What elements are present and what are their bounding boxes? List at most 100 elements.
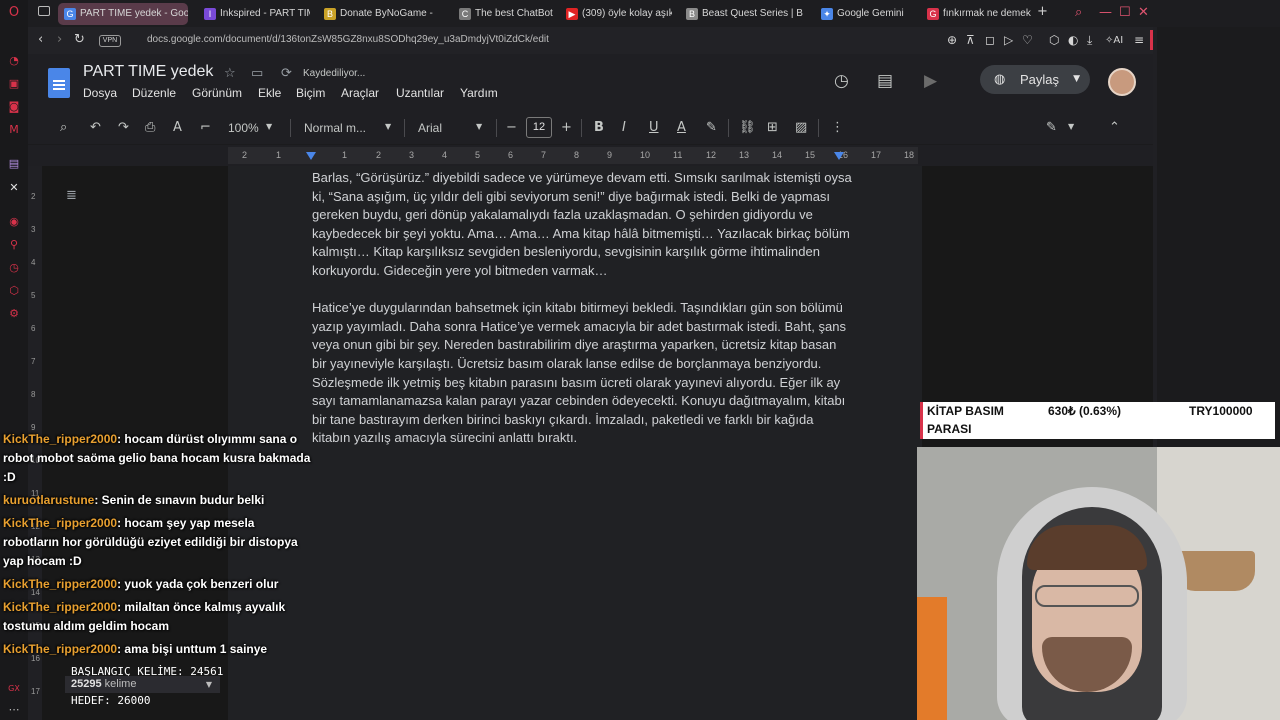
reload-icon[interactable]: ↻ (74, 32, 85, 47)
chevron-down-icon: ▼ (1068, 122, 1075, 131)
twitch-icon[interactable]: ▤ (7, 157, 21, 171)
undo-icon[interactable]: ↶ (90, 120, 101, 135)
paint-format-icon[interactable]: ⌐ (200, 120, 211, 135)
document-page[interactable]: Barlas, “Görüşürüz.” diyebildi sadece ve… (228, 166, 922, 720)
star-icon[interactable]: ☆ (224, 66, 236, 81)
right-indent-marker[interactable] (834, 152, 844, 160)
url-field[interactable]: docs.google.com/document/d/136tonZsW85GZ… (147, 34, 549, 45)
horizontal-ruler[interactable]: 2 1 1 2 3 4 5 6 7 8 9 10 11 12 13 14 15 16 17 18 (28, 145, 1153, 166)
download-icon[interactable]: ⤓ (1087, 33, 1092, 48)
comments-icon[interactable]: ▤ (877, 71, 893, 91)
document-outline-icon[interactable]: ≣ (66, 188, 77, 203)
italic-icon[interactable]: I (622, 120, 626, 135)
menu-icon[interactable]: ≡ (1134, 33, 1144, 47)
history-sidebar-icon[interactable]: ◷ (7, 261, 21, 275)
gx-icon[interactable]: GX (7, 682, 21, 696)
meet-icon[interactable]: ▶ (924, 71, 937, 91)
share-button[interactable]: ◍ Paylaş ▼ (980, 65, 1090, 94)
pinboard-icon[interactable]: ⚲ (7, 238, 21, 252)
chat-message: KickThe_ripper2000: ama bişi unttum 1 sa… (3, 640, 313, 659)
spellcheck-icon[interactable]: A (173, 120, 182, 135)
font-select[interactable]: Arial (418, 121, 442, 135)
chat-message: KickThe_ripper2000: milaltan önce kalmış… (3, 598, 313, 636)
wallet-icon[interactable]: ◐ (1068, 33, 1078, 47)
document-title[interactable]: PART TIME yedek (83, 63, 213, 81)
more-sidebar-icon[interactable]: ⋯ (7, 703, 21, 717)
paragraph-1[interactable]: Barlas, “Görüşürüz.” diyebildi sadece ve… (312, 169, 852, 281)
menu-insert[interactable]: Ekle (258, 86, 281, 100)
back-icon[interactable]: ‹ (38, 32, 43, 47)
minimize-icon[interactable]: — (1099, 5, 1112, 20)
zoom-select[interactable]: 100% (228, 121, 259, 135)
browser-tab[interactable]: C The best ChatBot and (453, 3, 553, 25)
editing-mode-icon[interactable]: ✎ (1046, 120, 1057, 135)
glasses-image (1035, 585, 1139, 607)
decrease-font-icon[interactable]: − (506, 120, 517, 135)
browser-tab[interactable]: B Beast Quest Series | B (680, 3, 807, 25)
highlight-icon[interactable]: ✎ (706, 120, 717, 135)
settings-sidebar-icon[interactable]: ⚙ (7, 307, 21, 321)
paragraph-2[interactable]: Hatice’ye duygularından bahsetmek için k… (312, 299, 852, 448)
scrollbar-thumb[interactable] (1150, 30, 1153, 50)
link-icon[interactable]: ⛓ (739, 120, 756, 135)
gmail-icon[interactable]: M (7, 123, 21, 137)
collapse-menus-icon[interactable]: ⌃ (1109, 120, 1120, 135)
insert-image-icon[interactable]: ▨ (795, 120, 807, 135)
menu-format[interactable]: Biçim (296, 86, 325, 100)
ai-label: AI (1113, 35, 1124, 46)
extensions-sidebar-icon[interactable]: ⬡ (7, 284, 21, 298)
print-icon[interactable]: ⎙ (145, 120, 155, 135)
search-menus-icon[interactable]: ⌕ (60, 120, 67, 135)
opera-logo-icon[interactable]: O (7, 6, 21, 20)
font-size-input[interactable]: 12 (526, 117, 552, 138)
close-window-icon[interactable]: ✕ (1138, 5, 1149, 20)
bold-icon[interactable]: B (594, 120, 604, 135)
browser-tab[interactable]: ✦ Google Gemini (815, 3, 910, 25)
basket-image (1175, 551, 1255, 591)
sidebar-app-icon[interactable]: ▣ (7, 77, 21, 91)
style-select[interactable]: Normal m... (304, 121, 366, 135)
browser-tab[interactable]: I Inkspired - PART TIME (198, 3, 310, 25)
browser-tab[interactable]: G PART TIME yedek - Google (58, 3, 188, 25)
increase-font-icon[interactable]: + (561, 120, 572, 135)
new-tab-icon[interactable]: + (1037, 4, 1048, 19)
menu-file[interactable]: Dosya (83, 86, 117, 100)
browser-tab[interactable]: Gfınkırmak ne demek - (921, 3, 1031, 25)
underline-icon[interactable]: U (649, 120, 659, 135)
text-color-icon[interactable]: A (677, 120, 686, 135)
docs-logo-icon[interactable] (48, 68, 70, 98)
left-indent-marker[interactable] (306, 152, 316, 160)
redo-icon[interactable]: ↷ (118, 120, 129, 135)
chat-username: KickThe_ripper2000 (3, 516, 118, 530)
avatar[interactable] (1108, 68, 1136, 96)
extensions-icon[interactable]: ⬡ (1049, 33, 1059, 47)
menu-extensions[interactable]: Uzantılar (396, 86, 444, 100)
maximize-icon[interactable]: ☐ (1119, 5, 1131, 20)
zoom-icon[interactable]: ⊕ (947, 33, 957, 47)
messenger-icon[interactable]: ◙ (7, 100, 21, 114)
version-history-icon[interactable]: ◷ (834, 71, 849, 91)
tab-overview-icon[interactable] (38, 6, 50, 16)
aria-icon[interactable]: ◔ (7, 54, 21, 68)
forward-icon[interactable]: › (57, 32, 62, 47)
ai-button[interactable]: ✧AI (1105, 35, 1123, 46)
heart-icon[interactable]: ♡ (1022, 33, 1033, 47)
play-icon[interactable]: ▷ (1004, 33, 1013, 47)
menu-help[interactable]: Yardım (460, 86, 498, 100)
add-comment-icon[interactable]: ⊞ (767, 120, 778, 135)
browser-tab[interactable]: B Donate ByNoGame - (318, 3, 443, 25)
menu-edit[interactable]: Düzenle (132, 86, 176, 100)
menu-view[interactable]: Görünüm (192, 86, 242, 100)
chevron-down-icon: ▼ (1073, 74, 1080, 84)
more-options-icon[interactable]: ⋮ (831, 120, 844, 135)
vpn-badge[interactable]: VPN (99, 35, 121, 47)
bookmark-icon[interactable]: ◻ (985, 33, 995, 47)
search-tabs-icon[interactable]: ⌕ (1075, 5, 1082, 20)
document-body[interactable]: Barlas, “Görüşürüz.” diyebildi sadece ve… (312, 169, 852, 467)
menu-tools[interactable]: Araçlar (341, 86, 379, 100)
snapshot-icon[interactable]: ⊼ (966, 33, 975, 47)
move-folder-icon[interactable]: ▭ (251, 66, 263, 81)
x-twitter-icon[interactable]: ✕ (7, 181, 21, 195)
browser-tab[interactable]: ▶ (309) öyle kolay aşık o (560, 3, 672, 25)
player-icon[interactable]: ◉ (7, 215, 21, 229)
